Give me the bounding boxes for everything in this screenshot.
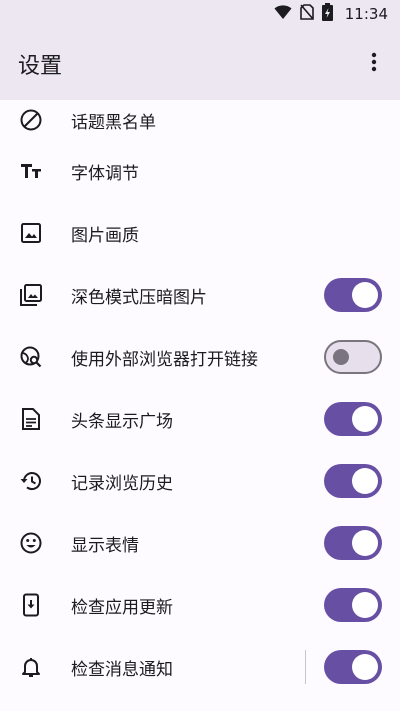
setting-topic-blacklist[interactable]: 话题黑名单 [0, 100, 400, 140]
setting-show-emoji[interactable]: 显示表情 [0, 512, 400, 574]
settings-list: 话题黑名单 字体调节 图片画质 深色模式压暗图片 使用外部浏览器打开链接 头条显… [0, 100, 400, 698]
toggle-thumb [333, 349, 349, 365]
setting-font-size[interactable]: 字体调节 [0, 140, 400, 202]
battery-charging-icon [321, 3, 333, 25]
emoji-icon [18, 530, 44, 556]
toggle-thumb [352, 654, 378, 680]
setting-label: 显示表情 [71, 535, 139, 556]
no-sim-icon [299, 4, 314, 24]
notification-bell-icon [18, 654, 44, 680]
text-size-icon [18, 158, 44, 184]
divider [305, 650, 306, 684]
setting-browsing-history[interactable]: 记录浏览历史 [0, 450, 400, 512]
setting-label: 检查消息通知 [71, 659, 173, 680]
image-icon [18, 220, 44, 246]
clock: 11:34 [344, 5, 388, 23]
setting-label: 深色模式压暗图片 [71, 287, 207, 308]
page-title: 设置 [18, 54, 63, 79]
setting-label: 使用外部浏览器打开链接 [71, 349, 258, 370]
setting-label: 字体调节 [71, 163, 139, 184]
setting-dark-dim-images[interactable]: 深色模式压暗图片 [0, 264, 400, 326]
toggle-thumb [352, 282, 378, 308]
setting-label: 记录浏览历史 [71, 473, 173, 494]
setting-headline-square[interactable]: 头条显示广场 [0, 388, 400, 450]
history-icon [18, 468, 44, 494]
wifi-icon [274, 4, 292, 24]
check-notifications-toggle[interactable] [324, 650, 382, 684]
setting-external-browser[interactable]: 使用外部浏览器打开链接 [0, 326, 400, 388]
setting-image-quality[interactable]: 图片画质 [0, 202, 400, 264]
check-update-toggle[interactable] [324, 588, 382, 622]
article-icon [18, 406, 44, 432]
more-options-button[interactable] [362, 44, 386, 84]
status-bar: 11:34 [0, 0, 400, 28]
photo-library-icon [18, 282, 44, 308]
setting-check-notifications[interactable]: 检查消息通知 [0, 636, 400, 698]
travel-explore-icon [18, 344, 44, 370]
browsing-history-toggle[interactable] [324, 464, 382, 498]
setting-label: 话题黑名单 [71, 112, 156, 133]
setting-label: 图片画质 [71, 225, 139, 246]
app-bar: 设置 [0, 28, 400, 100]
system-update-icon [18, 592, 44, 618]
toggle-thumb [352, 468, 378, 494]
setting-label: 头条显示广场 [71, 411, 173, 432]
more-vert-icon [371, 52, 377, 76]
headline-square-toggle[interactable] [324, 402, 382, 436]
toggle-thumb [352, 530, 378, 556]
dark-dim-images-toggle[interactable] [324, 278, 382, 312]
show-emoji-toggle[interactable] [324, 526, 382, 560]
toggle-thumb [352, 592, 378, 618]
setting-check-update[interactable]: 检查应用更新 [0, 574, 400, 636]
toggle-thumb [352, 406, 378, 432]
block-icon [18, 107, 44, 133]
setting-label: 检查应用更新 [71, 597, 173, 618]
external-browser-toggle[interactable] [324, 340, 382, 374]
